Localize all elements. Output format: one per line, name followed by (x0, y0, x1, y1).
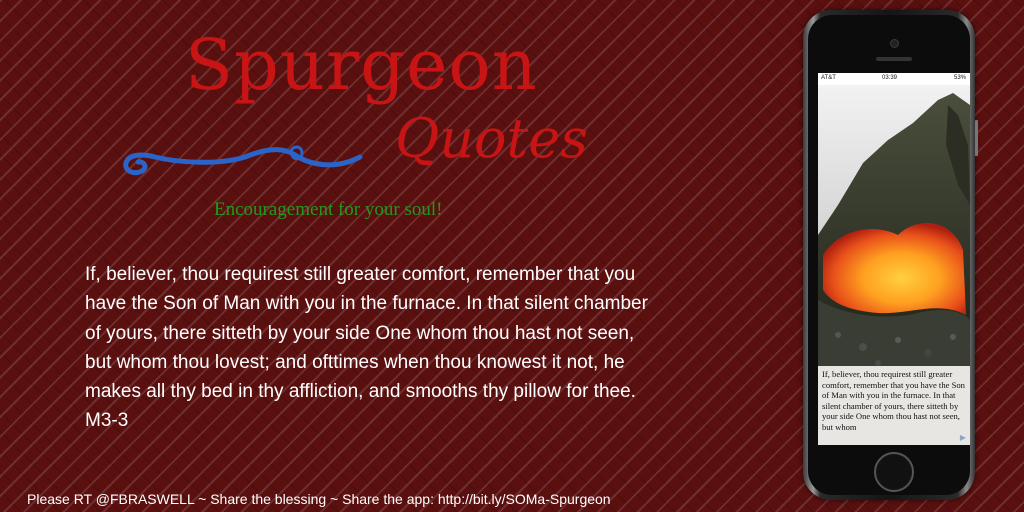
speaker-grille (876, 57, 912, 61)
title-quotes: Quotes (395, 107, 588, 170)
home-button[interactable] (874, 452, 914, 492)
quote-text: If, believer, thou requirest still great… (85, 264, 648, 432)
title-spurgeon: Spurgeon (185, 24, 538, 106)
status-bar: AT&T 03:39 53% (818, 73, 970, 85)
screen-quote-text: If, believer, thou requirest still great… (822, 369, 965, 432)
phone-screen: AT&T 03:39 53% If, believer, thou requir… (818, 73, 970, 445)
status-carrier: AT&T (821, 75, 836, 81)
footer-share-text: Please RT @FBRASWELL ~ Share the blessin… (27, 491, 611, 507)
phone-side-button (975, 120, 978, 156)
status-time: 03:39 (882, 75, 898, 81)
tagline: Encouragement for your soul! (214, 199, 443, 220)
phone-bezel: AT&T 03:39 53% If, believer, thou requir… (808, 15, 970, 495)
share-icon[interactable]: ▶ (960, 433, 966, 442)
phone-mockup: AT&T 03:39 53% If, believer, thou requir… (803, 10, 978, 500)
screen-quote-panel: If, believer, thou requirest still great… (818, 366, 970, 445)
swash-flourish-icon (123, 145, 363, 176)
status-battery: 53% (953, 75, 966, 81)
volcano-image (818, 85, 970, 378)
camera-icon (890, 39, 899, 48)
